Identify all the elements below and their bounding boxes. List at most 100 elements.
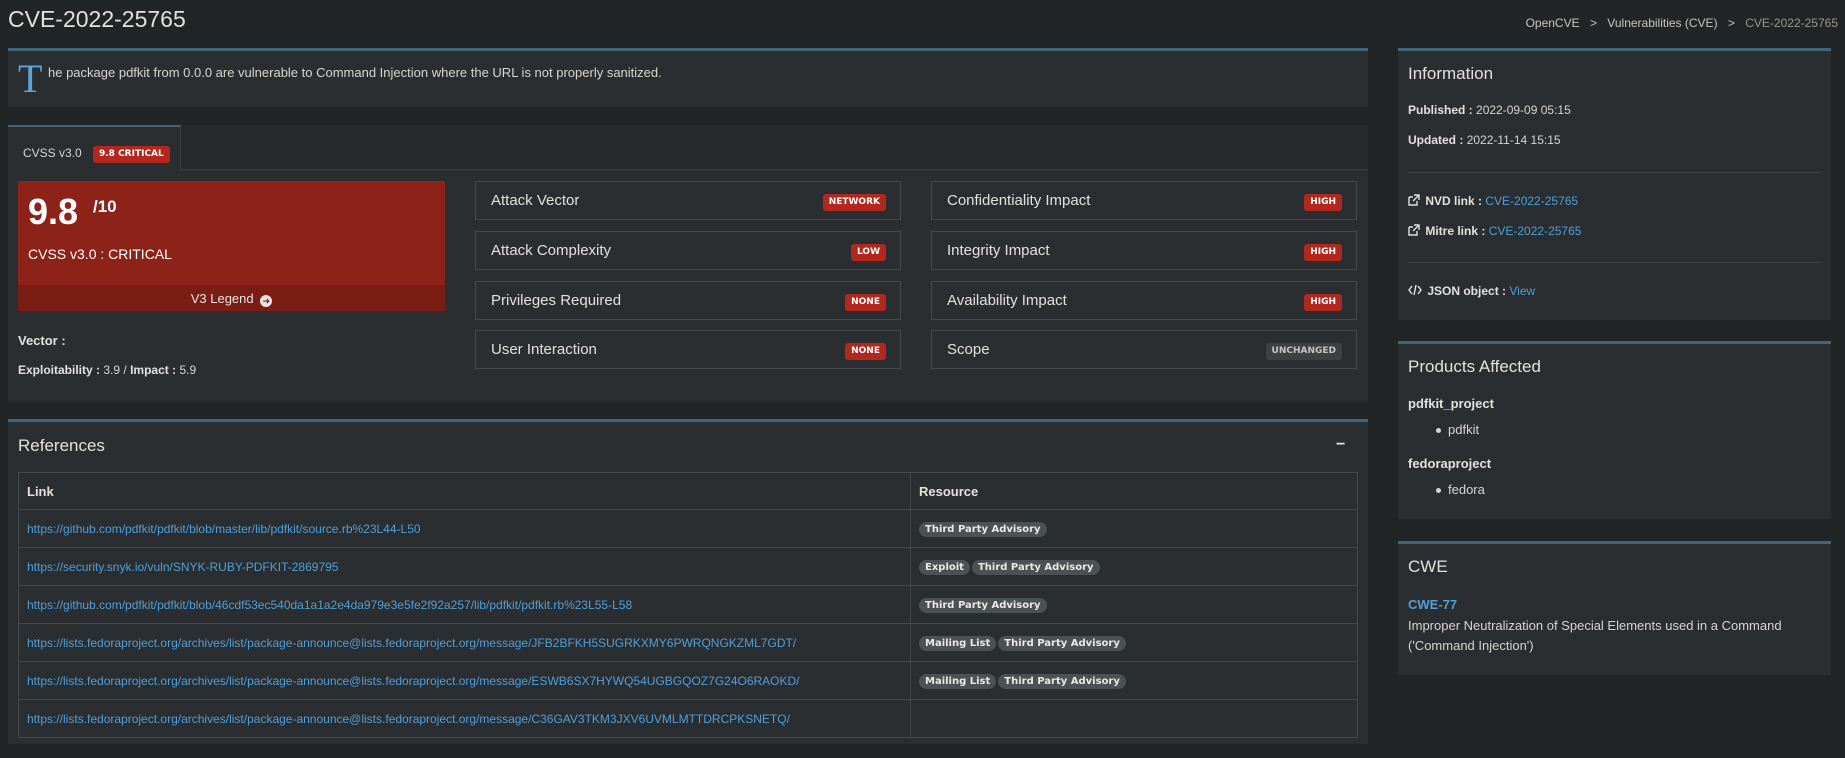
cvss-severity-line: CVSS v3.0 : CRITICAL	[28, 246, 172, 262]
table-row: https://lists.fedoraproject.org/archives…	[18, 623, 1358, 662]
breadcrumb: OpenCVE > Vulnerabilities (CVE) > CVE-20…	[1526, 16, 1838, 30]
published-value: 2022-09-09 05:15	[1476, 103, 1571, 117]
table-header-row: Link Resource	[18, 472, 1358, 510]
cvss-panel: CVSS v3.0 9.8 CRITICAL 9.8 /10 CVSS v3.0…	[8, 125, 1368, 402]
metric-value-badge: NETWORK	[822, 194, 886, 211]
v3-legend-button[interactable]: V3 Legend ➜	[18, 285, 445, 311]
cvss-score-max: /10	[93, 197, 117, 216]
updated-line: Updated : 2022-11-14 15:15	[1408, 133, 1561, 147]
reference-link[interactable]: https://lists.fedoraproject.org/archives…	[27, 636, 796, 650]
breadcrumb-opencve[interactable]: OpenCVE	[1526, 16, 1580, 30]
vector-label: Vector :	[18, 333, 66, 348]
json-object-label: JSON object :	[1427, 284, 1507, 298]
resource-tag: Mailing List	[919, 636, 997, 651]
link-cell: https://github.com/pdfkit/pdfkit/blob/ma…	[18, 509, 911, 548]
description-panel: T he package pdfkit from 0.0.0 are vulne…	[8, 48, 1368, 107]
vendor-name[interactable]: fedoraproject	[1408, 456, 1491, 471]
products-title: Products Affected	[1408, 357, 1541, 376]
table-row: https://lists.fedoraproject.org/archives…	[18, 661, 1358, 700]
external-link-icon	[1408, 224, 1420, 236]
table-row: https://github.com/pdfkit/pdfkit/blob/46…	[18, 585, 1358, 624]
resource-tag: Third Party Advisory	[919, 598, 1047, 613]
reference-link[interactable]: https://lists.fedoraproject.org/archives…	[27, 674, 800, 688]
cvss-tab-bar: CVSS v3.0 9.8 CRITICAL	[8, 125, 1368, 171]
cvss-score: 9.8	[28, 191, 79, 232]
metric-name: Attack Complexity	[491, 242, 612, 259]
divider	[1408, 172, 1821, 173]
reference-link[interactable]: https://github.com/pdfkit/pdfkit/blob/ma…	[27, 522, 421, 536]
description-text: he package pdfkit from 0.0.0 are vulnera…	[48, 65, 662, 80]
reference-link[interactable]: https://security.snyk.io/vuln/SNYK-RUBY-…	[27, 560, 338, 574]
metric-value-badge: HIGH	[1304, 244, 1342, 261]
metric-attack-complexity: Attack Complexity LOW	[475, 231, 901, 270]
link-cell: https://security.snyk.io/vuln/SNYK-RUBY-…	[18, 547, 911, 586]
link-cell: https://github.com/pdfkit/pdfkit/blob/46…	[18, 585, 911, 624]
slash-separator: /	[123, 363, 127, 377]
metric-value-badge: HIGH	[1304, 194, 1342, 211]
resource-tag: Third Party Advisory	[998, 674, 1126, 689]
resource-tag: Third Party Advisory	[971, 560, 1100, 575]
metric-privileges-required: Privileges Required NONE	[475, 281, 901, 320]
mitre-link[interactable]: CVE-2022-25765	[1489, 224, 1582, 238]
table-row: https://security.snyk.io/vuln/SNYK-RUBY-…	[18, 547, 1358, 586]
exploitability-label: Exploitability :	[18, 363, 101, 377]
resource-tag: Exploit	[919, 560, 970, 575]
metric-user-interaction: User Interaction NONE	[475, 330, 901, 369]
product-item[interactable]: pdfkit	[1435, 422, 1479, 437]
mitre-link-label: Mitre link :	[1425, 224, 1486, 238]
resource-cell: Mailing List Third Party Advisory	[910, 661, 1358, 700]
arrow-circle-right-icon: ➜	[260, 295, 273, 307]
references-table: Link Resource https://github.com/pdfkit/…	[18, 472, 1358, 738]
breadcrumb-separator: >	[1589, 16, 1597, 30]
breadcrumb-separator: >	[1727, 16, 1735, 30]
nvd-link[interactable]: CVE-2022-25765	[1485, 194, 1578, 208]
breadcrumb-vulnerabilities[interactable]: Vulnerabilities (CVE)	[1607, 16, 1717, 30]
references-title: References	[18, 436, 105, 455]
json-object-line: JSON object : View	[1408, 284, 1535, 298]
tab-cvss-v3[interactable]: CVSS v3.0 9.8 CRITICAL	[8, 125, 181, 171]
impact-label: Impact :	[130, 363, 177, 377]
metric-availability-impact: Availability Impact HIGH	[931, 281, 1357, 320]
page-header: CVE-2022-25765 OpenCVE > Vulnerabilities…	[8, 6, 1838, 36]
exploitability-value: 3.9	[103, 363, 121, 377]
metric-name: Integrity Impact	[947, 242, 1050, 259]
metric-attack-vector: Attack Vector NETWORK	[475, 181, 901, 220]
information-panel: Information Published : 2022-09-09 05:15…	[1398, 48, 1831, 320]
products-affected-panel: Products Affected pdfkit_project pdfkit …	[1398, 341, 1831, 519]
metric-value-badge: HIGH	[1304, 294, 1342, 311]
column-header-link: Link	[18, 472, 911, 510]
impact-value: 5.9	[179, 363, 197, 377]
published-label: Published :	[1408, 103, 1473, 117]
collapse-button[interactable]: −	[1336, 437, 1348, 453]
json-view-link[interactable]: View	[1509, 284, 1535, 298]
metric-name: Attack Vector	[491, 192, 580, 209]
updated-label: Updated :	[1408, 133, 1464, 147]
resource-tag: Third Party Advisory	[919, 522, 1047, 537]
metric-value-badge: NONE	[845, 294, 886, 311]
vendor-name[interactable]: pdfkit_project	[1408, 396, 1494, 411]
reference-link[interactable]: https://github.com/pdfkit/pdfkit/blob/46…	[27, 598, 632, 612]
link-cell: https://lists.fedoraproject.org/archives…	[18, 623, 911, 662]
metric-integrity-impact: Integrity Impact HIGH	[931, 231, 1357, 270]
reference-link[interactable]: https://lists.fedoraproject.org/archives…	[27, 712, 790, 726]
divider	[1408, 262, 1821, 263]
table-row: https://github.com/pdfkit/pdfkit/blob/ma…	[18, 509, 1358, 548]
severity-badge: 9.8 CRITICAL	[93, 146, 170, 163]
cwe-link[interactable]: CWE-77	[1408, 597, 1457, 612]
resource-tag: Mailing List	[919, 674, 997, 689]
nvd-link-label: NVD link :	[1425, 194, 1483, 208]
code-icon	[1408, 284, 1422, 296]
v3-legend-label: V3 Legend	[190, 291, 254, 306]
metric-name: Privileges Required	[491, 292, 622, 309]
column-header-resource: Resource	[910, 472, 1358, 510]
metric-value-badge: LOW	[851, 244, 886, 261]
updated-value: 2022-11-14 15:15	[1466, 133, 1561, 147]
product-item[interactable]: fedora	[1436, 482, 1485, 497]
metric-name: Availability Impact	[947, 292, 1067, 309]
resource-cell: Exploit Third Party Advisory	[910, 547, 1358, 586]
resource-cell	[910, 699, 1358, 738]
references-panel: References − Link Resource https://githu…	[8, 419, 1368, 744]
metric-name: Scope	[947, 341, 990, 358]
link-cell: https://lists.fedoraproject.org/archives…	[18, 699, 911, 738]
cwe-title: CWE	[1408, 557, 1448, 576]
